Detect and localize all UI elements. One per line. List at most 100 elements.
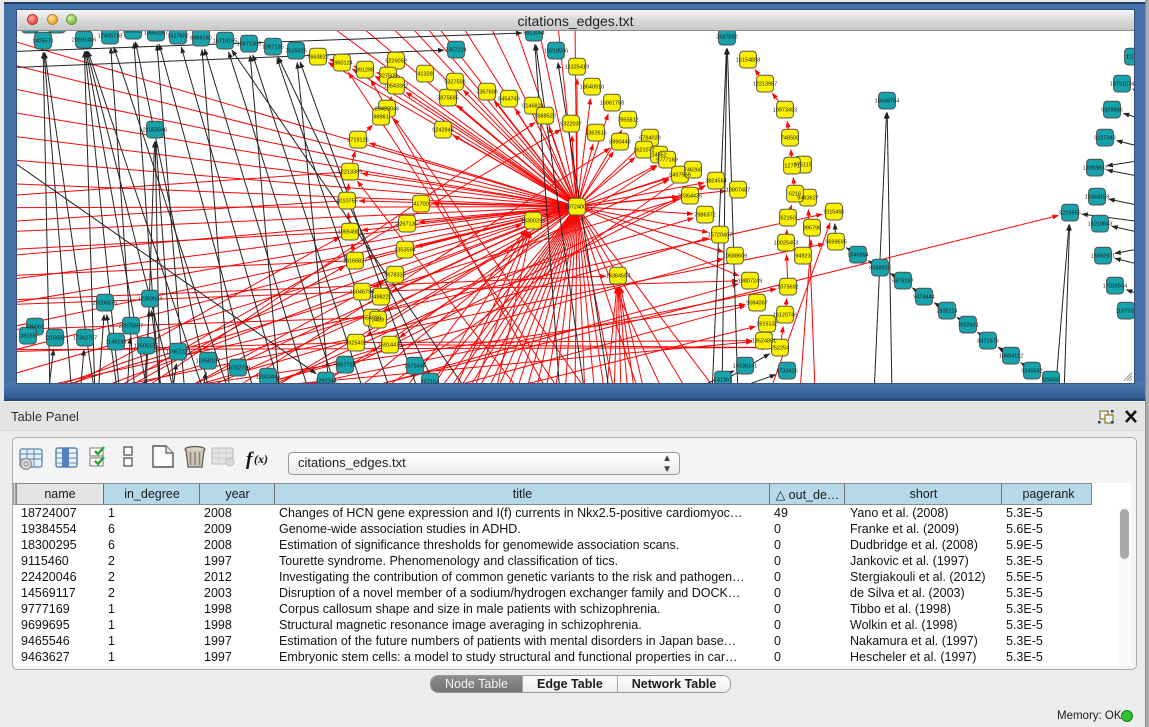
svg-text:10654112: 10654112 xyxy=(999,354,1023,360)
svg-text:1167533: 1167533 xyxy=(1115,309,1134,315)
svg-text:3498222: 3498222 xyxy=(370,295,391,301)
svg-text:9857791: 9857791 xyxy=(334,363,355,369)
svg-text:252254: 252254 xyxy=(771,346,789,352)
svg-text:41700: 41700 xyxy=(413,202,428,208)
svg-text:12444159: 12444159 xyxy=(1085,195,1109,201)
svg-text:10973493: 10973493 xyxy=(773,108,797,114)
svg-text:21053346: 21053346 xyxy=(143,128,167,134)
svg-text:924565: 924565 xyxy=(1042,378,1060,384)
svg-text:7515526: 7515526 xyxy=(285,49,306,55)
svg-text:18300295: 18300295 xyxy=(521,219,545,225)
svg-text:1405571: 1405571 xyxy=(32,39,53,45)
svg-text:10025453: 10025453 xyxy=(774,241,798,247)
svg-text:1571644: 1571644 xyxy=(404,364,425,370)
svg-text:6794028: 6794028 xyxy=(639,136,660,142)
svg-text:7955812: 7955812 xyxy=(617,118,638,124)
svg-text:9327508: 9327508 xyxy=(444,80,465,86)
svg-text:1075692: 1075692 xyxy=(777,285,798,291)
svg-text:19218506: 19218506 xyxy=(544,49,568,55)
svg-text:1145193: 1145193 xyxy=(105,340,126,346)
svg-text:891295: 891295 xyxy=(356,68,374,74)
svg-text:746266: 746266 xyxy=(684,168,702,174)
svg-text:1527602: 1527602 xyxy=(167,34,188,40)
svg-text:9699695: 9699695 xyxy=(825,240,846,246)
svg-text:12771: 12771 xyxy=(784,164,799,170)
svg-text:10543362: 10543362 xyxy=(384,84,408,90)
svg-text:16210643: 16210643 xyxy=(1088,222,1112,228)
svg-text:16961758: 16961758 xyxy=(600,101,624,107)
svg-text:15751074: 15751074 xyxy=(1110,82,1134,88)
svg-text:8990448: 8990448 xyxy=(609,140,630,146)
svg-text:20364436: 20364436 xyxy=(678,194,702,200)
svg-text:7632621: 7632621 xyxy=(957,323,978,329)
svg-text:12359924: 12359924 xyxy=(138,297,162,303)
svg-text:6879197: 6879197 xyxy=(892,279,913,285)
svg-text:7625402: 7625402 xyxy=(345,341,366,347)
svg-text:18807249: 18807249 xyxy=(738,279,762,285)
svg-text:19384554: 19384554 xyxy=(606,274,630,280)
svg-text:5226058: 5226058 xyxy=(385,59,406,65)
svg-text:9146821: 9146821 xyxy=(522,104,543,110)
svg-text:17405718: 17405718 xyxy=(98,34,122,40)
svg-text:10958107: 10958107 xyxy=(196,359,220,365)
svg-text:20206576: 20206576 xyxy=(93,301,117,307)
svg-text:1010755: 1010755 xyxy=(336,199,357,205)
svg-text:12213967: 12213967 xyxy=(753,82,777,88)
svg-text:17016504: 17016504 xyxy=(1103,284,1127,290)
svg-text:20975657: 20975657 xyxy=(119,324,143,330)
svg-text:18724007: 18724007 xyxy=(565,205,589,211)
svg-text:9245652: 9245652 xyxy=(1021,369,1042,375)
svg-text:39159: 39159 xyxy=(20,334,35,340)
svg-text:12093832: 12093832 xyxy=(1083,166,1107,172)
svg-text:8215955: 8215955 xyxy=(1059,211,1080,217)
svg-text:10671355: 10671355 xyxy=(237,42,261,48)
svg-text:10688609: 10688609 xyxy=(723,254,747,260)
svg-text:16914479: 16914479 xyxy=(378,343,402,349)
svg-text:15692971: 15692971 xyxy=(1091,254,1115,260)
svg-text:7357224: 7357224 xyxy=(445,48,466,54)
svg-text:8678332: 8678332 xyxy=(384,273,405,279)
svg-text:3267130: 3267130 xyxy=(396,222,417,228)
svg-text:98961: 98961 xyxy=(373,115,388,121)
svg-text:9227343: 9227343 xyxy=(1094,136,1115,142)
svg-text:995796: 995796 xyxy=(803,226,821,232)
svg-text:10807487: 10807487 xyxy=(726,188,750,194)
svg-text:1362615: 1362615 xyxy=(585,131,606,137)
svg-text:1588520: 1588520 xyxy=(534,114,555,120)
svg-text:62160: 62160 xyxy=(780,216,795,222)
svg-text:17342757: 17342757 xyxy=(73,336,97,342)
svg-text:16120746: 16120746 xyxy=(773,313,797,319)
svg-text:1615132: 1615132 xyxy=(756,322,777,328)
svg-text:13524851: 13524851 xyxy=(752,339,776,345)
svg-text:2367608: 2367608 xyxy=(476,90,497,96)
svg-text:17957225: 17957225 xyxy=(166,350,190,356)
svg-text:8471676: 8471676 xyxy=(977,339,998,345)
svg-text:(x): (x) xyxy=(254,452,268,466)
svg-text:3875685: 3875685 xyxy=(437,96,458,102)
svg-text:94923: 94923 xyxy=(795,254,810,260)
svg-text:1067135: 1067135 xyxy=(262,45,283,51)
svg-text:16154808: 16154808 xyxy=(736,58,760,64)
svg-text:10719155: 10719155 xyxy=(213,39,237,45)
svg-text:23420046: 23420046 xyxy=(375,107,399,113)
svg-text:16648764: 16648764 xyxy=(875,99,899,105)
svg-text:12213369: 12213369 xyxy=(338,170,362,176)
svg-text:11325419: 11325419 xyxy=(565,65,589,71)
svg-text:9474444: 9474444 xyxy=(913,295,934,301)
svg-text:12505135: 12505135 xyxy=(134,344,158,350)
svg-text:19166827: 19166827 xyxy=(343,259,367,265)
svg-text:9115460: 9115460 xyxy=(823,210,844,216)
svg-text:327505: 327505 xyxy=(379,74,397,80)
svg-text:9242848: 9242848 xyxy=(432,128,453,134)
svg-text:11124: 11124 xyxy=(1126,55,1134,61)
svg-text:8938923: 8938923 xyxy=(869,266,890,272)
svg-text:8813054: 8813054 xyxy=(523,31,544,36)
svg-text:16782759: 16782759 xyxy=(226,366,250,372)
svg-text:10653267: 10653267 xyxy=(144,31,168,36)
svg-text:6216: 6216 xyxy=(789,192,801,198)
svg-text:5322037: 5322037 xyxy=(560,122,581,128)
svg-text:8454749: 8454749 xyxy=(498,97,519,103)
svg-text:41328: 41328 xyxy=(417,72,432,78)
svg-text:2935114: 2935114 xyxy=(936,309,957,315)
svg-text:1292344: 1292344 xyxy=(315,379,336,384)
